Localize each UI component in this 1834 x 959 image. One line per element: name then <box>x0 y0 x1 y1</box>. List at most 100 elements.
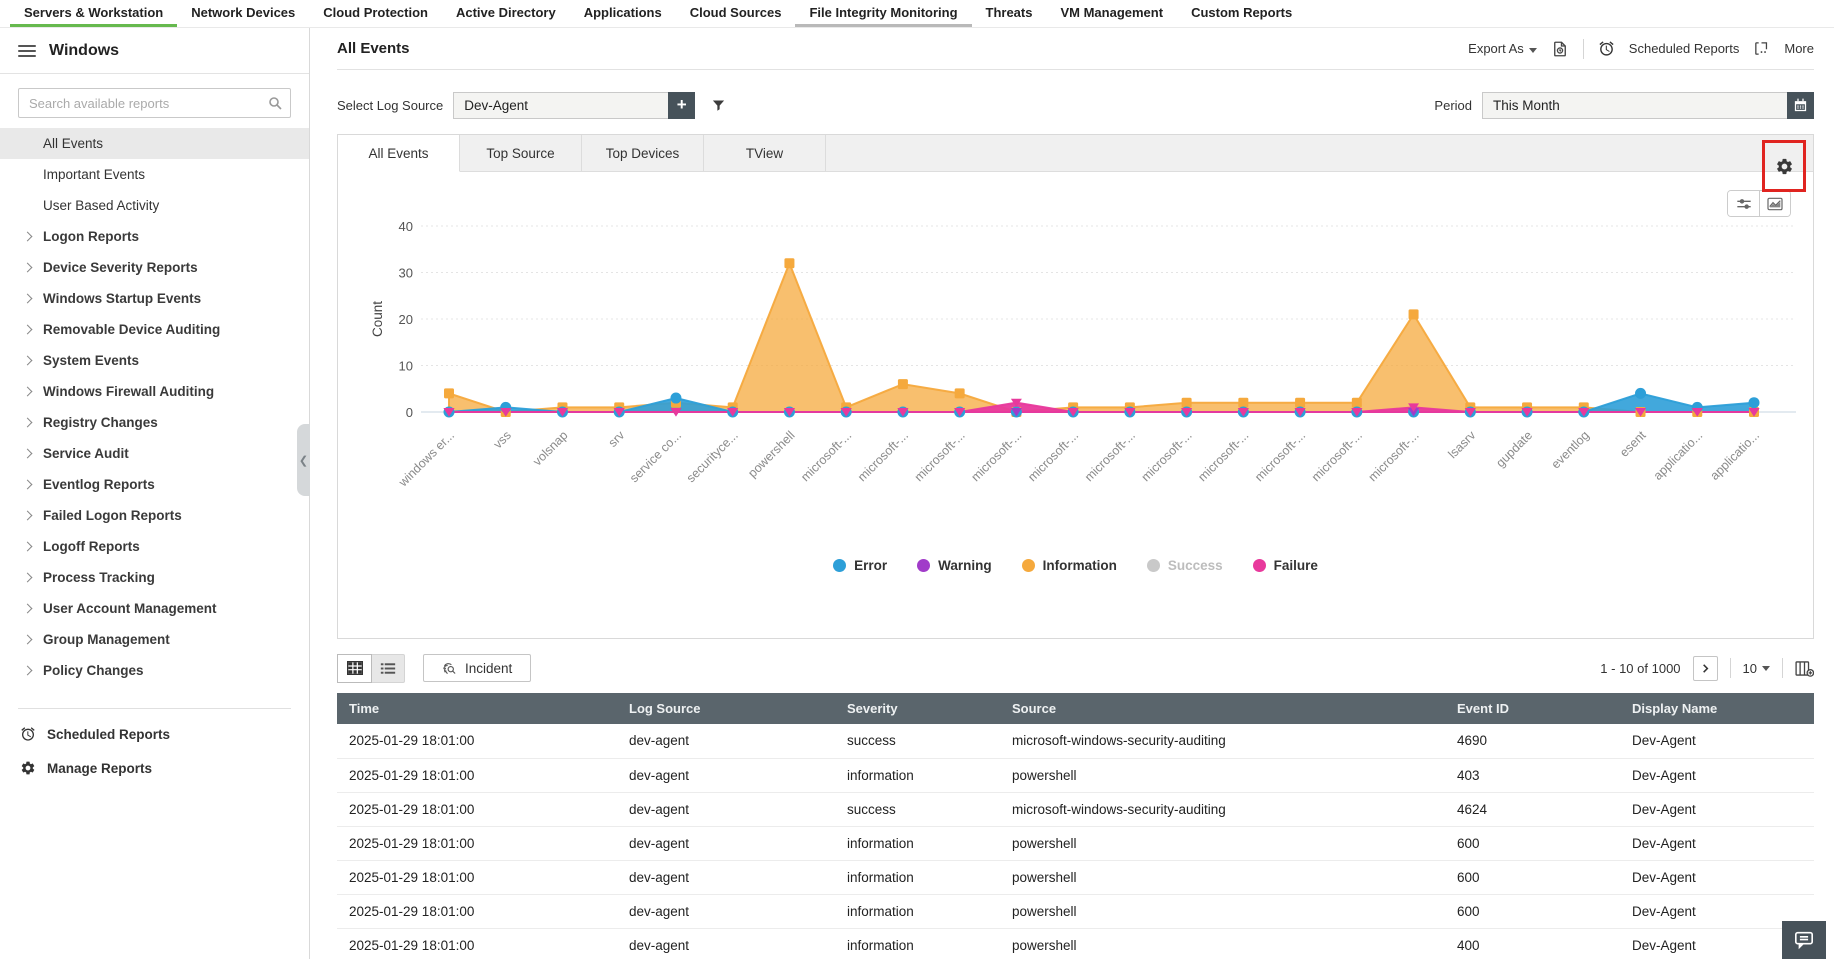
scheduled-reports-button[interactable]: Scheduled Reports <box>1629 41 1740 56</box>
divider <box>1583 39 1584 59</box>
table-row[interactable]: 2025-01-29 18:01:00dev-agentsuccessmicro… <box>337 724 1814 758</box>
col-event-id[interactable]: Event ID <box>1445 693 1620 724</box>
table-row[interactable]: 2025-01-29 18:01:00dev-agentinformationp… <box>337 860 1814 894</box>
chevron-right-icon <box>23 232 33 242</box>
nav-custom-reports[interactable]: Custom Reports <box>1177 0 1306 27</box>
top-navigation: Servers & Workstation Network Devices Cl… <box>0 0 1834 28</box>
legend-label: Error <box>854 558 887 573</box>
col-time[interactable]: Time <box>337 693 617 724</box>
nav-vm-management[interactable]: VM Management <box>1046 0 1177 27</box>
tab-tview[interactable]: TView <box>704 135 826 171</box>
svg-text:srv: srv <box>606 428 628 450</box>
legend-dot <box>1253 559 1266 572</box>
nav-threats[interactable]: Threats <box>972 0 1047 27</box>
sidebar-item-process-tracking[interactable]: Process Tracking <box>0 562 309 593</box>
tab-top-devices[interactable]: Top Devices <box>582 135 704 171</box>
legend-item-success[interactable]: Success <box>1147 558 1223 573</box>
export-schedule-icon[interactable] <box>1551 40 1569 58</box>
svg-text:40: 40 <box>399 219 413 234</box>
legend-item-warning[interactable]: Warning <box>917 558 992 573</box>
sidebar-item-registry-changes[interactable]: Registry Changes <box>0 407 309 438</box>
more-button[interactable]: More <box>1784 41 1814 56</box>
svg-text:applicatio...: applicatio... <box>1708 428 1763 483</box>
svg-text:microsoft-...: microsoft-... <box>1139 428 1195 484</box>
table-row[interactable]: 2025-01-29 18:01:00dev-agentsuccessmicro… <box>337 792 1814 826</box>
sidebar-item-windows-firewall-auditing[interactable]: Windows Firewall Auditing <box>0 376 309 407</box>
incident-button[interactable]: Incident <box>423 654 531 682</box>
chevron-right-icon <box>23 635 33 645</box>
sidebar-title: Windows <box>49 42 119 60</box>
nav-cloud-sources[interactable]: Cloud Sources <box>676 0 796 27</box>
legend-dot <box>1147 559 1160 572</box>
nav-active-directory[interactable]: Active Directory <box>442 0 570 27</box>
svg-text:microsoft-...: microsoft-... <box>1195 428 1251 484</box>
events-area-chart[interactable]: 010203040Countwindows er...vssvolsnapsrv… <box>344 212 1824 542</box>
sliders-icon <box>1736 197 1752 211</box>
page-size-select[interactable]: 10 <box>1743 661 1770 676</box>
chat-support-button[interactable] <box>1782 921 1826 959</box>
calendar-icon[interactable] <box>1787 92 1814 119</box>
col-severity[interactable]: Severity <box>835 693 1000 724</box>
grid-view-button[interactable] <box>338 655 371 682</box>
legend-dot <box>917 559 930 572</box>
chevron-right-icon <box>23 480 33 490</box>
chevron-right-icon <box>23 511 33 521</box>
sidebar-item-all-events[interactable]: All Events <box>0 128 309 159</box>
sidebar-item-user-based-activity[interactable]: User Based Activity <box>0 190 309 221</box>
filter-funnel-icon[interactable] <box>711 98 726 113</box>
nav-cloud-protection[interactable]: Cloud Protection <box>309 0 442 27</box>
search-reports-input[interactable] <box>18 88 291 118</box>
col-source[interactable]: Source <box>1000 693 1445 724</box>
log-source-select[interactable]: Dev-Agent <box>453 92 668 119</box>
next-page-button[interactable] <box>1693 656 1718 681</box>
chevron-right-icon <box>23 542 33 552</box>
svg-text:microsoft-...: microsoft-... <box>855 428 911 484</box>
table-row[interactable]: 2025-01-29 18:01:00dev-agentinformationp… <box>337 894 1814 928</box>
sidebar-item-removable-device-auditing[interactable]: Removable Device Auditing <box>0 314 309 345</box>
nav-servers-workstation[interactable]: Servers & Workstation <box>10 0 177 27</box>
sidebar-item-policy-changes[interactable]: Policy Changes <box>0 655 309 686</box>
sidebar-manage-reports[interactable]: Manage Reports <box>0 751 309 785</box>
sidebar-item-device-severity-reports[interactable]: Device Severity Reports <box>0 252 309 283</box>
hamburger-menu-icon[interactable] <box>18 42 36 60</box>
sidebar-item-service-audit[interactable]: Service Audit <box>0 438 309 469</box>
alarm-clock-icon <box>1598 40 1615 57</box>
nav-network-devices[interactable]: Network Devices <box>177 0 309 27</box>
sidebar-item-failed-logon-reports[interactable]: Failed Logon Reports <box>0 500 309 531</box>
nav-file-integrity-monitoring[interactable]: File Integrity Monitoring <box>795 0 971 27</box>
report-settings-gear-button[interactable] <box>1775 157 1794 176</box>
nav-applications[interactable]: Applications <box>570 0 676 27</box>
legend-item-information[interactable]: Information <box>1022 558 1117 573</box>
svg-text:microsoft-...: microsoft-... <box>1366 428 1422 484</box>
sidebar-item-group-management[interactable]: Group Management <box>0 624 309 655</box>
list-view-button[interactable] <box>371 655 404 682</box>
chevron-right-icon <box>23 604 33 614</box>
table-row[interactable]: 2025-01-29 18:01:00dev-agentinformationp… <box>337 826 1814 860</box>
caret-down-icon <box>1762 666 1770 671</box>
col-log-source[interactable]: Log Source <box>617 693 835 724</box>
export-as-button[interactable]: Export As <box>1468 41 1537 56</box>
tab-all-events[interactable]: All Events <box>338 135 460 172</box>
sidebar-item-user-account-management[interactable]: User Account Management <box>0 593 309 624</box>
tab-top-source[interactable]: Top Source <box>460 135 582 171</box>
sidebar-item-important-events[interactable]: Important Events <box>0 159 309 190</box>
sidebar-collapse-handle[interactable]: ❮ <box>297 424 310 496</box>
sidebar-item-logon-reports[interactable]: Logon Reports <box>0 221 309 252</box>
period-select[interactable]: This Month <box>1482 92 1787 119</box>
legend-item-failure[interactable]: Failure <box>1253 558 1318 573</box>
add-column-icon[interactable] <box>1795 660 1814 677</box>
table-row[interactable]: 2025-01-29 18:01:00dev-agentinformationp… <box>337 928 1814 959</box>
sidebar-item-logoff-reports[interactable]: Logoff Reports <box>0 531 309 562</box>
legend-item-error[interactable]: Error <box>833 558 887 573</box>
chevron-right-icon <box>23 325 33 335</box>
add-log-source-button[interactable]: + <box>668 92 695 119</box>
sidebar-item-windows-startup-events[interactable]: Windows Startup Events <box>0 283 309 314</box>
reports-sidebar: Windows All Events Important Events User… <box>0 28 310 959</box>
sidebar-item-system-events[interactable]: System Events <box>0 345 309 376</box>
sidebar-scheduled-reports[interactable]: Scheduled Reports <box>0 717 309 751</box>
table-header-row: Time Log Source Severity Source Event ID… <box>337 693 1814 724</box>
sidebar-item-eventlog-reports[interactable]: Eventlog Reports <box>0 469 309 500</box>
chevron-right-icon <box>23 356 33 366</box>
table-row[interactable]: 2025-01-29 18:01:00dev-agentinformationp… <box>337 758 1814 792</box>
col-display-name[interactable]: Display Name <box>1620 693 1814 724</box>
